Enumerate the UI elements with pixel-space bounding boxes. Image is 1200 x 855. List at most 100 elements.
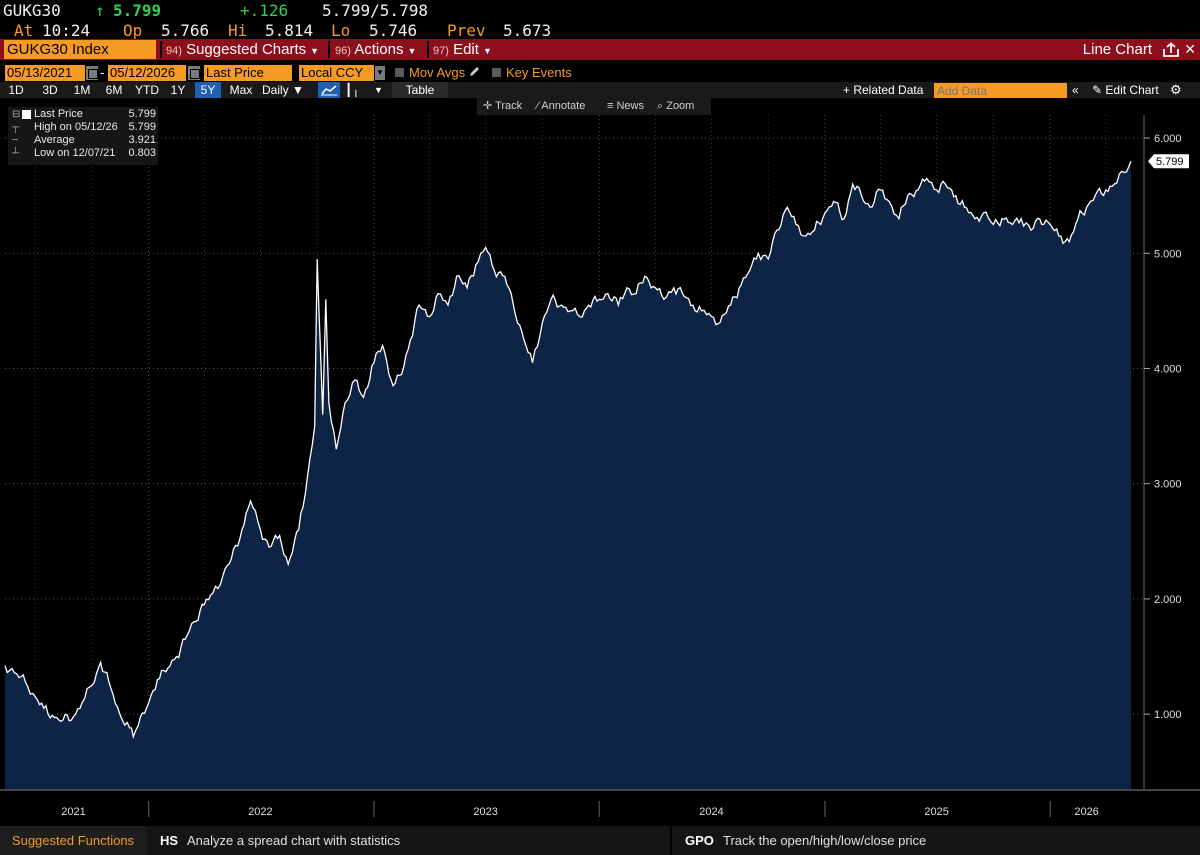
- chart-legend[interactable]: ⊟ Last Price 5.799 ┬ High on 05/12/26 5.…: [8, 107, 158, 165]
- mov-avgs-checkbox[interactable]: [395, 68, 404, 77]
- prev-label: Prev: [447, 21, 486, 40]
- menu-label: Edit: [453, 41, 479, 58]
- frequency-select[interactable]: Daily ▼: [262, 82, 304, 98]
- zoom-tool[interactable]: ⌕ Zoom: [657, 98, 694, 115]
- line-chart-toggle[interactable]: [318, 82, 340, 98]
- gear-icon[interactable]: ⚙: [1170, 82, 1182, 98]
- up-arrow-icon: ↑: [95, 1, 105, 20]
- menu-number: 94): [166, 45, 182, 57]
- chart-type-label[interactable]: Line Chart: [1083, 40, 1152, 59]
- ticker-symbol: GUKG30: [3, 1, 61, 20]
- legend-low: ┴ Low on 12/07/21 0.803: [8, 147, 158, 160]
- annotate-tool[interactable]: ⁄ Annotate: [537, 98, 585, 115]
- line-chart-icon: [321, 85, 337, 96]
- expand-icon: ⊟: [12, 109, 21, 120]
- add-data-input[interactable]: [934, 83, 1067, 98]
- legend-high: ┬ High on 05/12/26 5.799: [8, 121, 158, 134]
- range-button-5y[interactable]: 5Y: [195, 82, 221, 98]
- caret-down-icon[interactable]: ▼: [374, 82, 383, 98]
- export-icon[interactable]: [1162, 42, 1180, 58]
- suggested-functions-bar: Suggested Functions HS Analyze a spread …: [0, 826, 1200, 855]
- y-tick-label: 6.000: [1154, 133, 1182, 145]
- caret-down-icon[interactable]: ▼: [375, 66, 385, 80]
- range-button-6m[interactable]: 6M: [102, 82, 126, 98]
- menu-label: Actions: [354, 41, 404, 58]
- chart-tools: ✛ Track ⁄ Annotate ≡ News ⌕ Zoom: [477, 98, 711, 115]
- chart-settings-row: 05/13/2021 - 05/12/2026 Last Price Local…: [0, 64, 1200, 82]
- edit-chart-button[interactable]: ✎ Edit Chart: [1092, 82, 1159, 98]
- related-data-button[interactable]: + Related Data: [843, 82, 927, 98]
- open-price: 5.766: [161, 21, 210, 40]
- mov-avgs-label[interactable]: Mov Avgs: [409, 65, 465, 81]
- crosshair-icon: ✛: [483, 100, 496, 112]
- low-label: Lo: [331, 21, 351, 40]
- legend-average: ╌ Average 3.921: [8, 134, 158, 147]
- legend-label: Low on 12/07/21: [34, 147, 116, 159]
- y-tick-label: 4.000: [1154, 363, 1182, 375]
- range-button-1y[interactable]: 1Y: [168, 82, 188, 98]
- suggested-charts-menu[interactable]: 94) Suggested Charts ▼: [166, 40, 319, 59]
- pencil-icon[interactable]: [468, 66, 480, 78]
- close-icon[interactable]: ✕: [1184, 40, 1196, 59]
- function-code[interactable]: HS: [160, 826, 178, 855]
- open-label: Op: [123, 21, 143, 40]
- x-tick-label: 2026: [1074, 806, 1098, 818]
- date-separator: -: [100, 65, 105, 80]
- menu-bar: GUKG30 Index 94) Suggested Charts ▼ 96) A…: [0, 39, 1200, 60]
- range-toolbar: 1D 3D 1M 6M YTD 1Y 5Y Max Daily ▼ ┃╷ ▼ Table + …: [0, 82, 1200, 98]
- actions-menu[interactable]: 96) Actions ▼: [335, 40, 416, 59]
- range-button-1d[interactable]: 1D: [4, 82, 28, 98]
- high-marker-icon: ┬: [12, 122, 20, 133]
- menu-number: 96): [335, 45, 351, 57]
- y-tick-label: 5.000: [1154, 248, 1182, 260]
- plus-icon: +: [843, 83, 854, 97]
- security-field[interactable]: GUKG30 Index: [4, 40, 156, 59]
- price-chart[interactable]: 1.0002.0003.0004.0005.0006.000 2021 2022 2…: [0, 115, 1200, 826]
- function-description[interactable]: Analyze a spread chart with statistics: [187, 826, 400, 855]
- x-tick-label: 2023: [473, 806, 497, 818]
- start-date-field[interactable]: 05/13/2021: [5, 65, 85, 81]
- key-events-checkbox[interactable]: [492, 68, 501, 77]
- x-tick-label: 2022: [248, 806, 272, 818]
- caret-down-icon: ▼: [407, 46, 417, 56]
- function-code[interactable]: GPO: [685, 826, 714, 855]
- caret-down-icon: ▼: [310, 46, 320, 56]
- legend-label: High on 05/12/26: [34, 121, 118, 133]
- price-area-fill: [5, 161, 1131, 789]
- x-tick-label: 2025: [924, 806, 948, 818]
- range-button-max[interactable]: Max: [226, 82, 256, 98]
- suggested-functions-label: Suggested Functions: [0, 826, 146, 855]
- legend-value: 0.803: [128, 147, 156, 159]
- x-tick-label: 2021: [61, 806, 85, 818]
- x-tick-label: 2024: [699, 806, 723, 818]
- key-events-label[interactable]: Key Events: [506, 65, 572, 81]
- track-tool[interactable]: ✛ Track: [483, 98, 522, 115]
- table-button[interactable]: Table: [392, 82, 448, 98]
- function-divider: [670, 826, 672, 855]
- end-date-field[interactable]: 05/12/2026: [108, 65, 186, 81]
- range-button-1m[interactable]: 1M: [70, 82, 94, 98]
- function-description[interactable]: Track the open/high/low/close price: [723, 826, 926, 855]
- range-button-ytd[interactable]: YTD: [134, 82, 160, 98]
- calendar-icon[interactable]: [86, 66, 98, 80]
- news-tool[interactable]: ≡ News: [607, 98, 644, 115]
- bid-ask: 5.799/5.798: [322, 1, 428, 20]
- menu-divider: [328, 41, 330, 58]
- bar-chart-icon[interactable]: ┃╷: [345, 82, 359, 98]
- edit-menu[interactable]: 97) Edit ▼: [433, 40, 492, 59]
- range-button-3d[interactable]: 3D: [38, 82, 62, 98]
- legend-value: 3.921: [128, 134, 156, 146]
- menu-label: Suggested Charts: [186, 41, 307, 58]
- legend-value: 5.799: [128, 108, 156, 120]
- net-change: +.126: [240, 1, 289, 20]
- magnifier-icon: ⌕: [657, 100, 667, 112]
- collapse-icon[interactable]: «: [1072, 82, 1079, 98]
- calendar-icon[interactable]: [188, 66, 200, 80]
- legend-label: Last Price: [34, 108, 83, 120]
- currency-select[interactable]: Local CCY: [299, 65, 374, 81]
- y-tick-label: 1.000: [1154, 709, 1182, 721]
- price-field-select[interactable]: Last Price: [204, 65, 292, 81]
- menu-divider: [160, 41, 162, 58]
- legend-swatch: [22, 110, 31, 119]
- zoom-label: Zoom: [666, 100, 695, 112]
